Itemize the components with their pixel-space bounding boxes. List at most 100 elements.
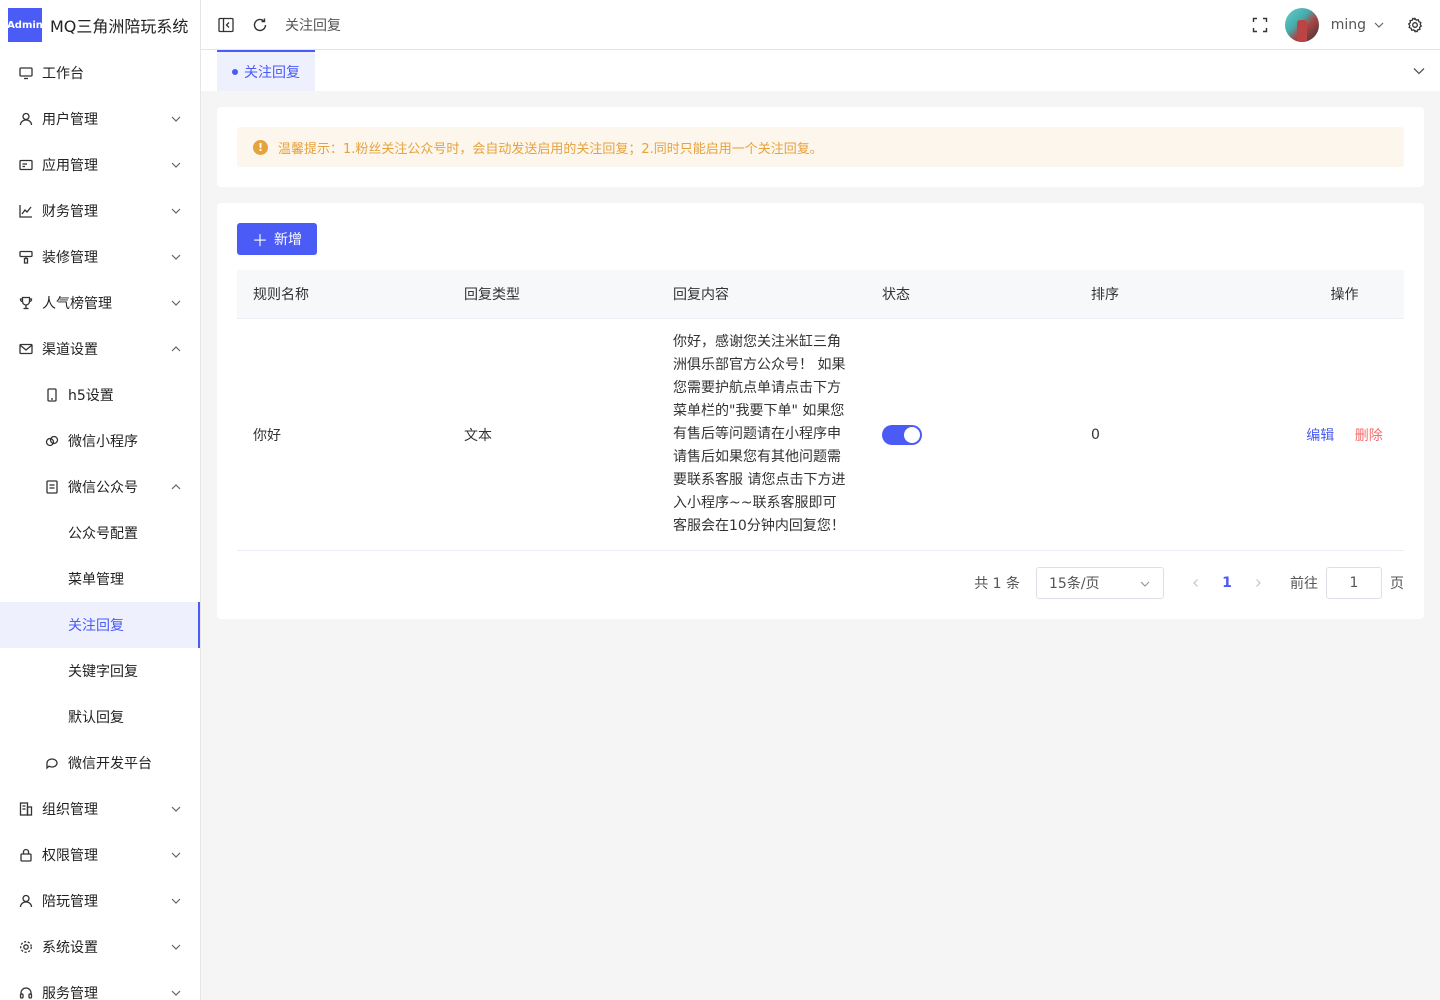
tip-text: 温馨提示：1.粉丝关注公众号时，会自动发送启用的关注回复；2.同时只能启用一个关… [278, 141, 823, 157]
sidebar-item-label: 财务管理 [42, 204, 98, 220]
sidebar-item-menu-manage[interactable]: 菜单管理 [0, 556, 200, 602]
sidebar-item-label: 关注回复 [68, 618, 124, 634]
sidebar-item-follow-reply[interactable]: 关注回复 [0, 602, 200, 648]
sidebar-item-default-reply[interactable]: 默认回复 [0, 694, 200, 740]
tab-label: 关注回复 [244, 64, 300, 81]
column-header: 操作 [1330, 287, 1359, 303]
sidebar-item-label: 菜单管理 [68, 572, 124, 588]
sidebar-item-permissions[interactable]: 权限管理 [0, 832, 200, 878]
sidebar-collapse-icon[interactable] [217, 16, 235, 34]
document-icon [44, 479, 60, 495]
warning-icon: ! [253, 139, 268, 155]
sidebar-item-organization[interactable]: 组织管理 [0, 786, 200, 832]
column-header: 排序 [1091, 287, 1119, 303]
sidebar-item-label: 关键字回复 [68, 664, 138, 680]
header-actions: ming [1251, 0, 1440, 50]
page-suffix: 页 [1390, 576, 1404, 592]
avatar[interactable] [1284, 8, 1319, 42]
column-header: 状态 [882, 287, 910, 303]
status-toggle[interactable] [882, 424, 922, 445]
chart-icon [18, 203, 34, 219]
chevron-down-icon [171, 116, 181, 122]
sidebar-item-channel[interactable]: 渠道设置 [0, 326, 200, 372]
sidebar-item-system[interactable]: 系统设置 [0, 924, 200, 970]
top-header: 关注回复 ming [201, 0, 1440, 50]
next-page-icon[interactable] [1248, 578, 1268, 588]
chevron-down-icon [171, 254, 181, 260]
sidebar-item-label: 工作台 [42, 66, 84, 82]
chevron-down-icon[interactable] [1412, 64, 1426, 82]
chevron-down-icon [171, 208, 181, 214]
chevron-down-icon [171, 300, 181, 306]
sidebar-item-label: 系统设置 [42, 940, 98, 956]
chevron-up-icon [171, 484, 181, 490]
add-button[interactable]: ＋ 新增 [237, 223, 317, 255]
sidebar-item-label: 微信开发平台 [68, 756, 152, 772]
reply-content-cell: 你好，感谢您关注米缸三角洲俱乐部官方公众号！ 如果您需要护航点单请点击下方菜单栏… [673, 334, 846, 534]
sidebar-item-account-config[interactable]: 公众号配置 [0, 510, 200, 556]
chevron-up-icon [171, 346, 181, 352]
logo[interactable]: Admin MQ三角洲陪玩系统 [0, 0, 200, 50]
sidebar-item-label: 组织管理 [42, 802, 98, 818]
sidebar-item-decoration[interactable]: 装修管理 [0, 234, 200, 280]
tab-follow-reply[interactable]: 关注回复 [217, 50, 315, 91]
sidebar-item-h5[interactable]: h5设置 [0, 372, 200, 418]
pagination: 共 1 条 15条/页 1 前往 页 [974, 567, 1404, 599]
chevron-down-icon [171, 162, 181, 168]
lock-icon [18, 847, 34, 863]
chevron-down-icon [171, 944, 181, 950]
sidebar-item-label: 默认回复 [68, 710, 124, 726]
sidebar-item-wechat-open[interactable]: 微信开发平台 [0, 740, 200, 786]
column-header: 回复类型 [464, 287, 520, 303]
sidebar-item-label: 权限管理 [42, 848, 98, 864]
table-header: 规则名称 回复类型 回复内容 状态 排序 操作 [237, 270, 1404, 319]
prev-page-icon[interactable] [1186, 578, 1206, 588]
goto-page-input[interactable] [1326, 567, 1382, 599]
sidebar-item-label: 公众号配置 [68, 526, 138, 542]
sidebar-item-label: 人气榜管理 [42, 296, 112, 312]
chevron-down-icon [171, 806, 181, 812]
actions-cell: 编辑 删除 [1285, 425, 1404, 445]
sidebar-item-label: 服务管理 [42, 986, 98, 1000]
sidebar-item-ranking[interactable]: 人气榜管理 [0, 280, 200, 326]
sidebar-item-finance[interactable]: 财务管理 [0, 188, 200, 234]
breadcrumb: 关注回复 [285, 17, 341, 34]
rule-name-cell: 你好 [253, 427, 281, 444]
building-icon [18, 801, 34, 817]
sidebar-item-companion[interactable]: 陪玩管理 [0, 878, 200, 924]
sidebar-item-keyword-reply[interactable]: 关键字回复 [0, 648, 200, 694]
table-row: 你好 文本 你好，感谢您关注米缸三角洲俱乐部官方公众号！ 如果您需要护航点单请点… [237, 319, 1404, 551]
page-number[interactable]: 1 [1214, 575, 1240, 591]
reply-table: 规则名称 回复类型 回复内容 状态 排序 操作 你好 文本 你好，感谢您关注米缸… [237, 270, 1404, 551]
chat-icon [44, 755, 60, 771]
gear-icon[interactable] [1406, 16, 1424, 34]
tabs-bar: 关注回复 [201, 50, 1440, 91]
sidebar-item-service[interactable]: 服务管理 [0, 970, 200, 1000]
fullscreen-icon[interactable] [1251, 16, 1269, 34]
main-card: ＋ 新增 规则名称 回复类型 回复内容 状态 排序 操作 你好 文本 你好，感谢… [217, 203, 1424, 619]
sidebar-item-official-account[interactable]: 微信公众号 [0, 464, 200, 510]
sidebar-item-users[interactable]: 用户管理 [0, 96, 200, 142]
app-title: MQ三角洲陪玩系统 [50, 17, 189, 36]
trophy-icon [18, 295, 34, 311]
sidebar-item-label: 应用管理 [42, 158, 98, 174]
sidebar-item-workbench[interactable]: 工作台 [0, 50, 200, 96]
warning-alert: ! 温馨提示：1.粉丝关注公众号时，会自动发送启用的关注回复；2.同时只能启用一… [237, 127, 1404, 167]
username[interactable]: ming [1331, 17, 1366, 33]
sidebar-item-label: 用户管理 [42, 112, 98, 128]
mail-icon [18, 341, 34, 357]
brush-icon [18, 249, 34, 265]
page-size-select[interactable]: 15条/页 [1036, 567, 1164, 599]
sidebar-item-label: 微信小程序 [68, 434, 138, 450]
edit-button[interactable]: 编辑 [1306, 428, 1334, 444]
column-header: 回复内容 [673, 287, 729, 303]
user-icon [18, 111, 34, 127]
monitor-icon [18, 65, 34, 81]
refresh-icon[interactable] [251, 16, 269, 34]
column-header: 规则名称 [253, 287, 309, 303]
goto-label: 前往 [1290, 576, 1318, 592]
sidebar-item-miniprogram[interactable]: 微信小程序 [0, 418, 200, 464]
delete-button[interactable]: 删除 [1355, 428, 1383, 444]
chevron-down-icon[interactable] [1370, 16, 1388, 34]
sidebar-item-apps[interactable]: 应用管理 [0, 142, 200, 188]
